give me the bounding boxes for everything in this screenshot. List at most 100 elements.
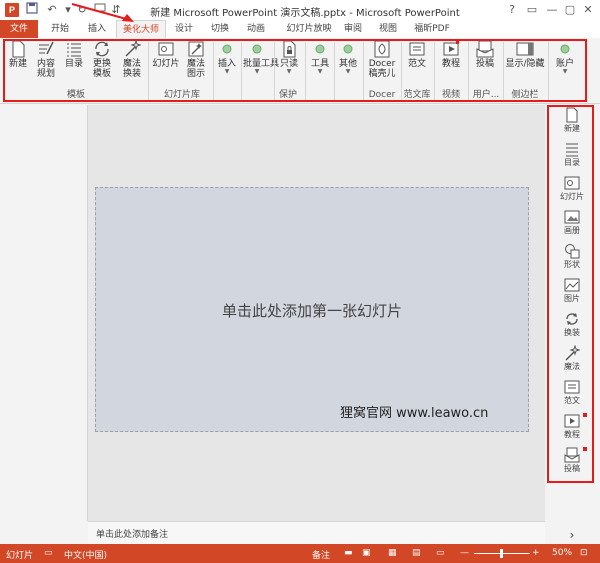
tab-review[interactable]: 审阅 [338, 20, 368, 38]
tools-button[interactable]: 工具 ▼ [308, 40, 332, 75]
notification-dot [583, 447, 587, 451]
chevron-down-icon: ▼ [224, 68, 230, 75]
new-button[interactable]: 新建 [6, 40, 30, 69]
change-template-button[interactable]: 更换模板 [88, 40, 116, 79]
refresh-icon [95, 41, 109, 57]
zoom-in-icon[interactable]: + [532, 548, 540, 558]
sample-text-button[interactable]: 范文 [404, 40, 430, 69]
slides-icon [158, 42, 174, 56]
ribbon-display-icon[interactable]: ▭ [522, 1, 542, 19]
list-icon [67, 43, 81, 57]
magic-diagram-button[interactable]: 魔法图示 [182, 40, 210, 79]
magic-wand-icon [125, 40, 141, 57]
slides-icon [564, 176, 580, 190]
chevron-down-icon: ▼ [317, 68, 323, 75]
ribbon: 新建 内容规划 目录 更换模板 魔法换装 模板 幻灯片 魔法图示 幻灯片库 插入… [0, 38, 600, 104]
ribbon-separator [148, 42, 149, 100]
sidebar-item-toc[interactable]: 目录 [552, 141, 592, 168]
zoom-slider-thumb[interactable] [500, 549, 503, 558]
group-label-sample-library: 范文库 [403, 90, 431, 100]
sidebar-item-submit[interactable]: 投稿 [552, 447, 592, 474]
zoom-out-icon[interactable]: — [460, 548, 469, 558]
lock-doc-icon [283, 40, 296, 58]
sidebar-item-magic[interactable]: 魔法 [552, 345, 592, 372]
language-indicator[interactable]: 中文(中国) [64, 548, 107, 561]
circle-dot-icon [315, 44, 325, 54]
slide-thumbnail-pane[interactable] [0, 105, 88, 521]
magic-wand-icon [565, 345, 580, 361]
sidebar-item-shapes[interactable]: 形状 [552, 243, 592, 270]
notes-toggle-button[interactable]: 备注 [312, 548, 330, 561]
magic-diagram-icon [188, 41, 204, 57]
undo-icon[interactable]: ↶ [44, 2, 60, 18]
tab-design[interactable]: 设计 [168, 20, 200, 38]
docer-shell-button[interactable]: Docer稿壳儿 [366, 40, 398, 79]
slide-canvas[interactable]: 单击此处添加第一张幻灯片 狸窝官网 www.leawo.cn [95, 187, 529, 432]
batch-tools-button[interactable]: 批量工具 ▼ [243, 40, 279, 75]
submit-button[interactable]: 投稿 [471, 40, 499, 69]
sidebar-item-sample-text[interactable]: 范文 [552, 379, 592, 406]
refresh-icon [566, 313, 578, 325]
shapes-icon [565, 244, 580, 259]
minimize-icon[interactable]: — [542, 1, 562, 19]
toc-button[interactable]: 目录 [62, 40, 86, 69]
slideshow-icon[interactable]: ▭ [436, 548, 445, 558]
notification-dot [583, 413, 587, 417]
save-icon[interactable] [24, 2, 40, 18]
tab-view[interactable]: 视图 [372, 20, 404, 38]
ribbon-separator [305, 42, 306, 100]
tab-foxit-pdf[interactable]: 福昕PDF [408, 20, 456, 38]
ribbon-separator [334, 42, 335, 100]
video-icon [564, 414, 580, 428]
group-label-video: 视频 [441, 90, 460, 100]
slides-button[interactable]: 幻灯片 [152, 40, 180, 69]
circle-dot-icon [343, 44, 353, 54]
sidebar-item-picture[interactable]: 图片 [552, 277, 592, 304]
sidebar-item-slides[interactable]: 幻灯片 [552, 175, 592, 202]
fit-to-window-icon[interactable]: ⊡ [580, 548, 588, 558]
read-only-button[interactable]: 只读 ▼ [277, 40, 301, 75]
sidebar-item-new[interactable]: 新建 [552, 107, 592, 134]
tab-animations[interactable]: 动画 [240, 20, 272, 38]
group-label-user: 用户... [472, 90, 500, 100]
account-button[interactable]: 账户 ▼ [551, 40, 579, 75]
notes-pane[interactable]: 单击此处添加备注 [88, 521, 545, 544]
reading-view-icon[interactable]: ▤ [412, 548, 421, 558]
status-bar: 幻灯片 ▭ 中文(中国) 备注 ▬ ▣ ▦ ▤ ▭ — + 50% ⊡ [0, 544, 600, 563]
group-label-sidebar: 侧边栏 [511, 90, 539, 100]
pen-lines-icon [39, 41, 54, 55]
content-plan-button[interactable]: 内容规划 [32, 40, 60, 79]
sidebar-expand-button[interactable]: › [552, 528, 592, 542]
chevron-down-icon: ▼ [286, 68, 292, 75]
sidebar-item-change[interactable]: 换装 [552, 311, 592, 338]
normal-view-icon[interactable]: ▣ [362, 548, 371, 558]
tab-file[interactable]: 文件 [0, 20, 38, 38]
zoom-level[interactable]: 50% [552, 548, 572, 558]
chevron-down-icon: ▼ [254, 68, 260, 75]
slide-count-label: 幻灯片 [6, 551, 34, 561]
add-first-slide-placeholder[interactable]: 单击此处添加第一张幻灯片 [96, 300, 528, 321]
slide-sorter-icon[interactable]: ▦ [388, 548, 397, 558]
document-icon [564, 380, 580, 394]
tutorial-button[interactable]: 教程 [437, 40, 465, 69]
other-button[interactable]: 其他 ▼ [336, 40, 360, 75]
help-icon[interactable]: ? [502, 1, 522, 19]
ribbon-separator [503, 42, 504, 100]
tab-slideshow[interactable]: 幻灯片放映 [280, 20, 338, 38]
insert-button[interactable]: 插入 ▼ [215, 40, 239, 75]
comments-icon[interactable]: ▬ [344, 548, 353, 558]
sidebar-item-tutorial[interactable]: 教程 [552, 413, 592, 440]
group-label-docer: Docer [368, 90, 396, 100]
close-icon[interactable]: ✕ [578, 1, 598, 19]
spellcheck-icon[interactable]: ▭ [44, 548, 53, 558]
list-icon [566, 143, 578, 157]
document-icon [409, 42, 425, 56]
annotation-arrow [71, 3, 134, 22]
chevron-down-icon: ▼ [562, 68, 568, 75]
tab-transitions[interactable]: 切换 [204, 20, 236, 38]
sidebar-item-album[interactable]: 画册 [552, 209, 592, 236]
submit-icon [476, 40, 494, 58]
show-hide-button[interactable]: 显示/隐藏 [505, 40, 545, 69]
magic-change-button[interactable]: 魔法换装 [118, 40, 146, 79]
maximize-icon[interactable]: ▢ [560, 1, 580, 19]
